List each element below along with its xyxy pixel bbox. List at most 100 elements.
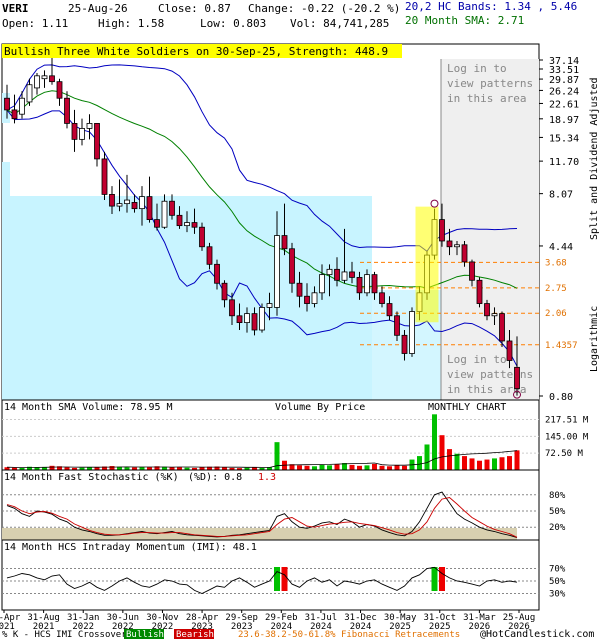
price-tick-label: 22.61 — [549, 99, 579, 110]
fib-label: 2.06 — [545, 309, 567, 319]
candle-body — [394, 315, 400, 336]
candle-body — [184, 222, 190, 227]
candle-body — [161, 200, 168, 228]
login-note-line: view patterns — [447, 368, 533, 381]
candle-body — [109, 194, 115, 207]
volume-bar — [432, 414, 437, 470]
volume-tick-label: 145.00 M — [545, 432, 589, 442]
candle-body — [101, 158, 108, 195]
volume-bar — [364, 465, 370, 470]
volume-bar — [109, 466, 115, 470]
volume-value: Vol: 84,741,285 — [290, 17, 389, 30]
stochastic-tick-label: 80% — [549, 491, 566, 501]
volume-bar — [492, 458, 497, 470]
login-note-line: in this area — [447, 92, 526, 105]
price-tick-label: 11.70 — [549, 157, 579, 168]
candle-body — [514, 366, 520, 390]
footer-copyright: @HotCandlestick.com — [480, 629, 594, 640]
candle-body — [364, 274, 370, 294]
candle-body — [4, 97, 10, 111]
candle-body — [139, 196, 145, 210]
candle-body — [461, 244, 468, 263]
footer-crossover: % K - HCS IMI Crossover: — [2, 630, 132, 640]
stochastic-tick-label: 20% — [549, 523, 566, 533]
volume-bar — [349, 464, 355, 470]
price-tick-label: 18.97 — [549, 115, 579, 126]
change-value: Change: -0.22 (-20.2 %) — [248, 2, 400, 15]
stochastic-k-label: 1.3 — [258, 472, 276, 483]
candle-body — [206, 246, 213, 265]
fib-label: 3.68 — [545, 258, 567, 268]
candle-body — [506, 340, 513, 361]
price-tick-label: 4.44 — [549, 242, 573, 253]
right-axis-title-log: Logarithmic — [589, 306, 600, 372]
candle-body — [56, 81, 63, 99]
stochastic-label: 14 Month Fast Stochastic (%K) — [4, 472, 179, 483]
login-note-line: view patterns — [447, 77, 533, 90]
volume-bar — [304, 465, 310, 470]
candle-body — [334, 268, 340, 281]
candle-body — [86, 123, 93, 129]
close-value: Close: 0.87 — [158, 2, 231, 15]
volume-bar — [379, 465, 385, 470]
candle-body — [319, 274, 325, 294]
candle-body — [386, 303, 393, 317]
pattern-banner: Bullish Three White Soldiers on 30-Sep-2… — [4, 45, 388, 58]
price-tick-label: 29.87 — [549, 75, 579, 86]
volume-bar — [447, 449, 452, 470]
candle-body — [266, 303, 273, 308]
candle-body — [311, 292, 318, 304]
crossover-marker — [439, 567, 445, 591]
candle-body — [484, 303, 490, 317]
volume-bar — [357, 465, 362, 470]
candle-body — [259, 307, 265, 331]
candle-body — [476, 279, 483, 304]
date: 25-Aug-26 — [68, 2, 128, 15]
candle-body — [304, 295, 310, 304]
candle-body — [469, 261, 475, 281]
volume-bar — [297, 465, 302, 470]
vbp-label: Volume By Price — [275, 402, 365, 413]
candle-body — [409, 311, 415, 354]
footer-fibonacci: 23.6-38.2-50-61.8% Fibonacci Retracement… — [238, 630, 460, 640]
login-note-line: Log in to — [447, 353, 507, 366]
bands-value: 20,2 HC Bands: 1.34 , 5.46 — [405, 0, 577, 13]
candle-body — [446, 240, 453, 248]
price-panel: Bullish Three White Soldiers on 30-Sep-2… — [1, 43, 600, 403]
candle-body — [79, 128, 85, 140]
candle-body — [26, 84, 33, 103]
imi-label: 14 Month HCS Intraday Momentum (IMI): 48… — [4, 542, 257, 553]
volume-bar — [327, 465, 332, 470]
volume-bar — [439, 435, 445, 470]
imi-tick-label: 50% — [549, 577, 566, 587]
volume-bar — [372, 463, 377, 470]
candle-body — [491, 313, 498, 317]
price-tick-label: 26.24 — [549, 86, 579, 97]
crossover-marker — [274, 567, 280, 591]
candle-body — [49, 75, 55, 83]
candle-body — [221, 282, 228, 301]
volume-bar — [507, 456, 512, 470]
volume-bar — [514, 450, 520, 470]
candle-body — [356, 277, 363, 294]
volume-bar — [424, 444, 430, 470]
volume-panel: 14 Month SMA Volume: 78.95 M Volume By P… — [1, 399, 589, 471]
open-value: Open: 1.11 — [2, 17, 68, 30]
volume-tick-label: 72.50 M — [545, 449, 584, 459]
candle-body — [116, 203, 123, 207]
volume-tick-label: 217.51 M — [545, 416, 589, 426]
candle-body — [19, 97, 25, 115]
volume-bar — [334, 464, 340, 470]
candle-body — [191, 222, 198, 228]
stochastic-panel: 14 Month Fast Stochastic (%K) (%D): 0.8 … — [1, 469, 566, 541]
candle-body — [34, 75, 40, 89]
volume-bar — [402, 465, 407, 470]
candle-body — [244, 313, 250, 324]
chart-kind-label: MONTHLY CHART — [428, 402, 506, 413]
volume-bar — [49, 465, 55, 470]
symbol: VERI — [2, 2, 29, 15]
volume-bar — [477, 460, 482, 470]
candle-body — [341, 271, 348, 281]
candle-body — [229, 299, 235, 317]
candle-body — [146, 196, 153, 220]
